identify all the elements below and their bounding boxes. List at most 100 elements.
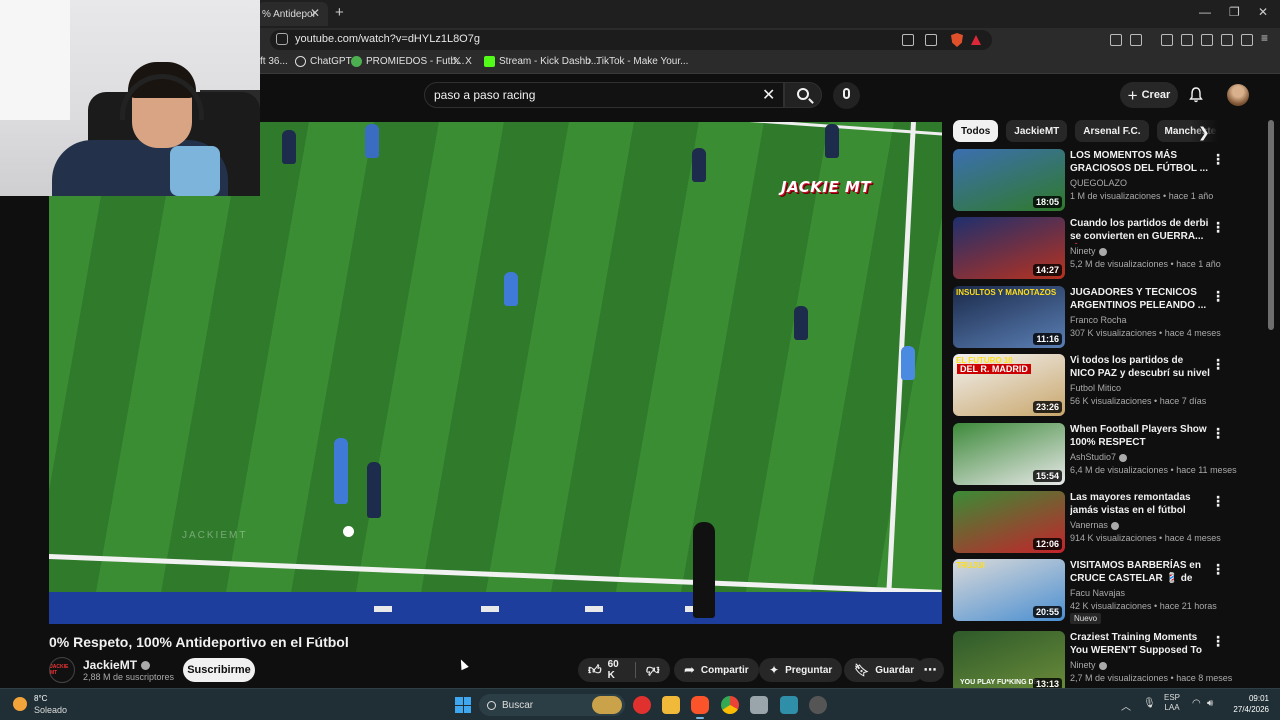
- ask-button[interactable]: ✦ Preguntar: [759, 658, 843, 682]
- extensions-icon[interactable]: [1110, 34, 1122, 46]
- more-actions-button[interactable]: ⋯: [916, 658, 944, 682]
- wallet-icon[interactable]: [1201, 34, 1213, 46]
- printer-app-icon[interactable]: [750, 696, 768, 714]
- recommended-channel[interactable]: AshStudio7: [1070, 452, 1128, 462]
- recommended-video[interactable]: TRUJUI 20:55 VISITAMOS BARBERÍAS en CRUCE …: [953, 559, 1243, 624]
- recommended-channel[interactable]: QUEGOLAZO: [1070, 178, 1127, 188]
- sidebar-icon[interactable]: [1181, 34, 1193, 46]
- start-menu-icon[interactable]: [455, 697, 471, 713]
- weather-sun-icon[interactable]: [13, 697, 27, 711]
- notifications-bell-icon[interactable]: [1189, 87, 1203, 103]
- bookmark-item[interactable]: ChatGPT: [295, 56, 352, 67]
- chip-jackiemt[interactable]: JackieMT: [1006, 120, 1068, 142]
- minimize-icon[interactable]: —: [1199, 5, 1211, 19]
- media-player-app-icon[interactable]: [633, 696, 651, 714]
- recommended-channel[interactable]: Franco Rocha: [1070, 315, 1127, 325]
- more-vertical-icon[interactable]: ⋮: [1211, 356, 1225, 373]
- brave-browser-app-icon[interactable]: [691, 696, 709, 714]
- recommended-video-title[interactable]: Craziest Training Moments You WEREN'T Su…: [1070, 631, 1210, 658]
- vpn-icon[interactable]: [1241, 34, 1253, 46]
- brave-rewards-icon[interactable]: [971, 35, 981, 45]
- url-text[interactable]: youtube.com/watch?v=dHYLz1L8O7g: [295, 33, 480, 45]
- new-tab-icon[interactable]: +: [335, 4, 344, 21]
- recommended-video[interactable]: 12:06 Las mayores remontadas jamás vistas…: [953, 491, 1243, 553]
- recommended-video-title[interactable]: JUGADORES Y TECNICOS ARGENTINOS PELEANDO…: [1070, 286, 1210, 312]
- video-thumbnail[interactable]: TRUJUI 20:55: [953, 559, 1065, 621]
- page-scrollbar[interactable]: [1268, 120, 1274, 330]
- clear-search-icon[interactable]: ✕: [762, 85, 775, 105]
- share-page-icon[interactable]: [925, 34, 937, 46]
- recommended-video-title[interactable]: Vi todos los partidos de NICO PAZ y desc…: [1070, 354, 1210, 381]
- share-button[interactable]: ➦ Compartir: [674, 658, 759, 682]
- video-thumbnail[interactable]: YOU PLAY FU*KING DE 13:13: [953, 631, 1065, 693]
- tray-chevron-icon[interactable]: ︿: [1121, 698, 1131, 713]
- input-language[interactable]: ESP LAA: [1164, 693, 1180, 713]
- account-avatar[interactable]: [1227, 84, 1249, 106]
- recommended-channel[interactable]: Vanernas: [1070, 520, 1119, 530]
- channel-avatar[interactable]: JACKIE MT: [49, 657, 75, 683]
- voice-search-button[interactable]: [833, 82, 860, 109]
- more-vertical-icon[interactable]: ⋮: [1211, 288, 1225, 305]
- site-settings-icon[interactable]: [276, 33, 288, 45]
- dislike-button[interactable]: 👍︎: [646, 662, 660, 678]
- microphone-tray-icon[interactable]: 🎙︎: [1143, 698, 1156, 709]
- clock[interactable]: 09:01 27/4/2026: [1221, 693, 1269, 715]
- cast-icon[interactable]: [902, 34, 914, 46]
- leo-ai-icon[interactable]: [1221, 34, 1233, 46]
- recommended-video-title[interactable]: LOS MOMENTOS MÁS GRACIOSOS DEL FÚTBOL ..…: [1070, 149, 1210, 175]
- video-thumbnail[interactable]: EL FUTURO 10 DEL R. MADRID 23:26: [953, 354, 1065, 416]
- weather-condition[interactable]: Soleado: [34, 705, 67, 715]
- screenshot-icon[interactable]: [1130, 34, 1142, 46]
- bookmark-item[interactable]: ft 36...: [260, 56, 288, 67]
- more-vertical-icon[interactable]: ⋮: [1211, 493, 1225, 510]
- recommended-channel[interactable]: Futbol Mitico: [1070, 383, 1121, 393]
- media-icon[interactable]: [1161, 34, 1173, 46]
- recommended-channel[interactable]: Ninety: [1070, 660, 1107, 670]
- recommended-channel[interactable]: Facu Navajas: [1070, 588, 1125, 598]
- more-vertical-icon[interactable]: ⋮: [1211, 633, 1225, 650]
- recommended-video[interactable]: EL FUTURO 10 DEL R. MADRID 23:26 Vi todos l…: [953, 354, 1243, 416]
- more-vertical-icon[interactable]: ⋮: [1211, 561, 1225, 578]
- chrome-app-icon[interactable]: [721, 696, 739, 714]
- recommended-video[interactable]: 15:54 When Football Players Show 100% RES…: [953, 423, 1243, 485]
- subscribe-button[interactable]: Suscribirme: [183, 658, 255, 682]
- like-button[interactable]: 👍︎ 60 K: [588, 659, 625, 681]
- search-query[interactable]: paso a paso racing: [434, 88, 535, 102]
- video-player[interactable]: JACKIE MT JACKIEMT: [49, 122, 942, 624]
- video-thumbnail[interactable]: 12:06: [953, 491, 1065, 553]
- obs-app-icon[interactable]: [809, 696, 827, 714]
- file-explorer-app-icon[interactable]: [662, 696, 680, 714]
- video-thumbnail[interactable]: 14:27: [953, 217, 1065, 279]
- create-button[interactable]: + Crear: [1120, 82, 1178, 108]
- wifi-icon[interactable]: ◠: [1192, 698, 1201, 709]
- close-window-icon[interactable]: ✕: [1258, 5, 1268, 19]
- app-icon[interactable]: [780, 696, 798, 714]
- weather-temperature[interactable]: 8°C: [34, 694, 47, 703]
- menu-icon[interactable]: ≡: [1261, 31, 1273, 45]
- bookmark-item[interactable]: 𝕏X: [453, 56, 472, 67]
- chip-todos[interactable]: Todos: [953, 120, 999, 142]
- recommended-video[interactable]: 14:27 Cuando los partidos de derbi se con…: [953, 217, 1243, 279]
- volume-icon[interactable]: 🔊︎: [1207, 698, 1213, 709]
- recommended-video-title[interactable]: Las mayores remontadas jamás vistas en e…: [1070, 491, 1210, 517]
- chevron-right-icon[interactable]: ❯: [1198, 124, 1210, 141]
- recommended-video-title[interactable]: Cuando los partidos de derbi se conviert…: [1070, 217, 1210, 244]
- recommended-video-title[interactable]: When Football Players Show 100% RESPECT: [1070, 423, 1210, 449]
- more-vertical-icon[interactable]: ⋮: [1211, 219, 1225, 236]
- recommended-video[interactable]: INSULTOS Y MANOTAZOS 11:16 JUGADORES Y TEC…: [953, 286, 1243, 348]
- restore-icon[interactable]: ❐: [1229, 5, 1240, 19]
- video-thumbnail[interactable]: INSULTOS Y MANOTAZOS 11:16: [953, 286, 1065, 348]
- recommended-video[interactable]: 18:05 LOS MOMENTOS MÁS GRACIOSOS DEL FÚTB…: [953, 149, 1243, 211]
- video-thumbnail[interactable]: 15:54: [953, 423, 1065, 485]
- video-thumbnail[interactable]: 18:05: [953, 149, 1065, 211]
- tab-close-icon[interactable]: ✕: [310, 6, 320, 20]
- channel-name[interactable]: JackieMT: [83, 658, 151, 672]
- bookmark-item[interactable]: PROMIEDOS - Futb...: [351, 56, 464, 67]
- bookmark-item[interactable]: ♪ TikTok - Make Your...: [587, 56, 688, 67]
- more-vertical-icon[interactable]: ⋮: [1211, 425, 1225, 442]
- save-button[interactable]: 🔖︎ Guardar: [844, 658, 925, 682]
- recommended-video-title[interactable]: VISITAMOS BARBERÍAS en CRUCE CASTELAR 💈 …: [1070, 559, 1210, 586]
- more-vertical-icon[interactable]: ⋮: [1211, 151, 1225, 168]
- recommended-channel[interactable]: Ninety: [1070, 246, 1107, 256]
- bookmark-item[interactable]: Stream - Kick Dashb...: [484, 56, 599, 67]
